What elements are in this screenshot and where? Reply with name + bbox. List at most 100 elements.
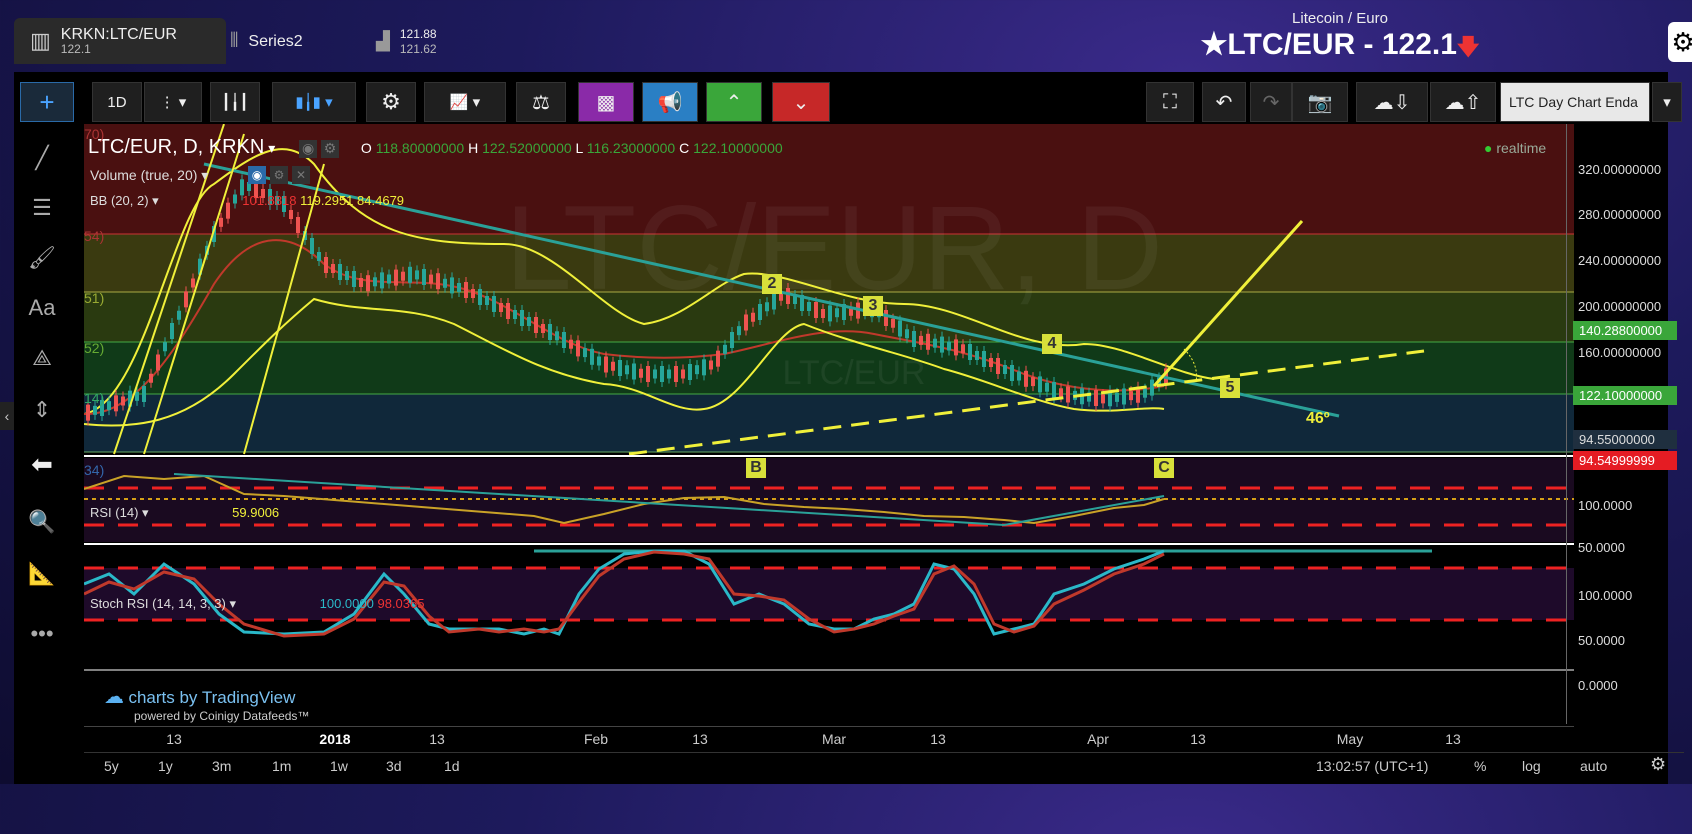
bb-legend[interactable]: BB (20, 2) ▾ 101.8818 119.2951 84.4679: [90, 193, 404, 209]
wave-label[interactable]: C: [1154, 458, 1174, 478]
chevron-down-icon: ▾: [138, 505, 149, 520]
trend-line-tool-icon[interactable]: ╱: [22, 138, 62, 178]
candle: [807, 302, 811, 311]
gear-icon[interactable]: ⚙: [270, 166, 288, 184]
candle: [541, 324, 545, 333]
chevron-down-icon[interactable]: ▾: [268, 140, 275, 156]
candle: [562, 332, 566, 348]
stoch-axis-label: 0.0000: [1578, 678, 1618, 693]
measure-tool-icon[interactable]: ⇕: [22, 390, 62, 430]
low-value: 116.23000000: [586, 140, 676, 156]
interval-menu-button[interactable]: ⋮ ▾: [144, 82, 202, 122]
ruler-icon[interactable]: 📐: [22, 554, 62, 594]
settings-gear-icon[interactable]: ⚙: [1668, 22, 1692, 62]
tradingview-branding[interactable]: ☁ charts by TradingView powered by Coini…: [104, 684, 309, 723]
interval-button[interactable]: 1D: [92, 82, 142, 122]
fullscreen-button[interactable]: ⛶: [1146, 82, 1194, 122]
candle: [737, 326, 741, 336]
candle: [625, 365, 629, 375]
candle: [611, 361, 615, 371]
candle: [324, 257, 328, 273]
gear-icon[interactable]: ⚙: [1650, 754, 1666, 775]
range-1w[interactable]: 1w: [330, 758, 348, 774]
candle: [667, 369, 671, 379]
chart-settings-button[interactable]: ⚙: [366, 82, 416, 122]
collapse-sidebar-icon[interactable]: ‹: [0, 402, 14, 430]
range-3d[interactable]: 3d: [386, 758, 402, 774]
close-icon[interactable]: ✕: [292, 166, 310, 184]
rsi-axis-label: 50.0000: [1578, 540, 1625, 555]
brush-tool-icon[interactable]: 🖌: [22, 238, 62, 278]
undo-button[interactable]: ↶: [1202, 82, 1246, 122]
candle: [604, 356, 608, 373]
more-tools-icon[interactable]: •••: [22, 614, 62, 654]
candle: [569, 339, 573, 349]
candles-icon: ▥: [30, 28, 51, 53]
candle: [926, 333, 930, 350]
range-1m[interactable]: 1m: [272, 758, 291, 774]
percent-toggle[interactable]: %: [1474, 758, 1486, 774]
chevron-down-icon: ▾: [148, 193, 159, 208]
series-tab-price[interactable]: ▟ 121.88 121.62: [360, 18, 453, 64]
range-1d[interactable]: 1d: [444, 758, 460, 774]
crosshair-tool-button[interactable]: +: [20, 82, 74, 122]
log-toggle[interactable]: log: [1522, 758, 1541, 774]
candle: [1115, 392, 1119, 402]
main-chart[interactable]: LTC/EUR, D LTC/EUR: [84, 124, 1574, 834]
candle: [982, 351, 986, 367]
candle-style-button[interactable]: ▮╽▮ ▾: [272, 82, 356, 122]
sell-button[interactable]: ⌄: [772, 82, 830, 122]
gear-icon[interactable]: ⚙: [321, 140, 340, 158]
stoch-legend[interactable]: Stoch RSI (14, 14, 3, 3) ▾ 100.0000 98.0…: [90, 596, 424, 612]
fib-label: 52): [84, 340, 105, 356]
range-5y[interactable]: 5y: [104, 758, 119, 774]
layout-menu-button[interactable]: ▾: [1652, 82, 1682, 122]
candle: [527, 317, 531, 326]
rsi-legend[interactable]: RSI (14) ▾ 59.9006: [90, 505, 279, 521]
series-tab-low: 121.62: [399, 42, 437, 56]
time-axis-label: 13: [166, 731, 182, 747]
redo-button[interactable]: ↷: [1250, 82, 1292, 122]
wave-label[interactable]: 2: [762, 274, 782, 294]
candle: [751, 312, 755, 322]
indicators-button[interactable]: 📈 ▾: [424, 82, 506, 122]
wave-label[interactable]: B: [746, 458, 766, 478]
zoom-icon[interactable]: 🔍: [22, 502, 62, 542]
star-icon[interactable]: ★: [1200, 28, 1227, 61]
compare-button[interactable]: ⚖: [516, 82, 566, 122]
eye-icon[interactable]: ◉: [299, 140, 318, 158]
fib-tool-icon[interactable]: ☰: [22, 188, 62, 228]
wave-label[interactable]: 4: [1042, 334, 1062, 354]
candle: [345, 271, 349, 280]
back-arrow-icon[interactable]: ⬅: [22, 444, 62, 484]
bar-style-button[interactable]: ┃╽┃: [210, 82, 260, 122]
candle: [1010, 365, 1014, 381]
price-marker: 140.28800000: [1573, 321, 1677, 340]
realtime-label: realtime: [1496, 140, 1547, 156]
snapshot-button[interactable]: 📷: [1292, 82, 1348, 122]
series-tab-price: 122.1: [60, 42, 91, 56]
stoch-axis-label: 100.0000: [1578, 588, 1633, 603]
save-layout-button[interactable]: ☁⇧: [1430, 82, 1496, 122]
buy-button[interactable]: ⌃: [706, 82, 762, 122]
announce-button[interactable]: 📢: [642, 82, 698, 122]
stoch-axis-label: 50.0000: [1578, 633, 1625, 648]
volume-legend[interactable]: Volume (true, 20) ▾: [90, 167, 208, 184]
load-layout-button[interactable]: ☁⇩: [1356, 82, 1428, 122]
range-1y[interactable]: 1y: [158, 758, 173, 774]
layout-name-button[interactable]: LTC Day Chart Enda: [1500, 82, 1650, 122]
pattern-tool-icon[interactable]: ⟁: [22, 338, 62, 378]
wave-label[interactable]: 3: [863, 296, 883, 316]
auto-toggle[interactable]: auto: [1580, 758, 1607, 774]
legend-symbol[interactable]: LTC/EUR, D, KRKN: [88, 136, 264, 158]
wave-label[interactable]: 5: [1220, 378, 1240, 398]
cube-button[interactable]: ▩: [578, 82, 634, 122]
candle: [485, 296, 489, 305]
range-3m[interactable]: 3m: [212, 758, 231, 774]
candle: [639, 368, 643, 378]
bb-lower-value: 84.4679: [357, 193, 405, 208]
eye-icon[interactable]: ◉: [248, 166, 266, 184]
series-tab-series2[interactable]: ⫴ Series2: [214, 18, 319, 64]
text-tool-icon[interactable]: Aa: [22, 288, 62, 328]
series-tab-krkn[interactable]: ▥ KRKN:LTC/EUR 122.1: [14, 18, 226, 64]
